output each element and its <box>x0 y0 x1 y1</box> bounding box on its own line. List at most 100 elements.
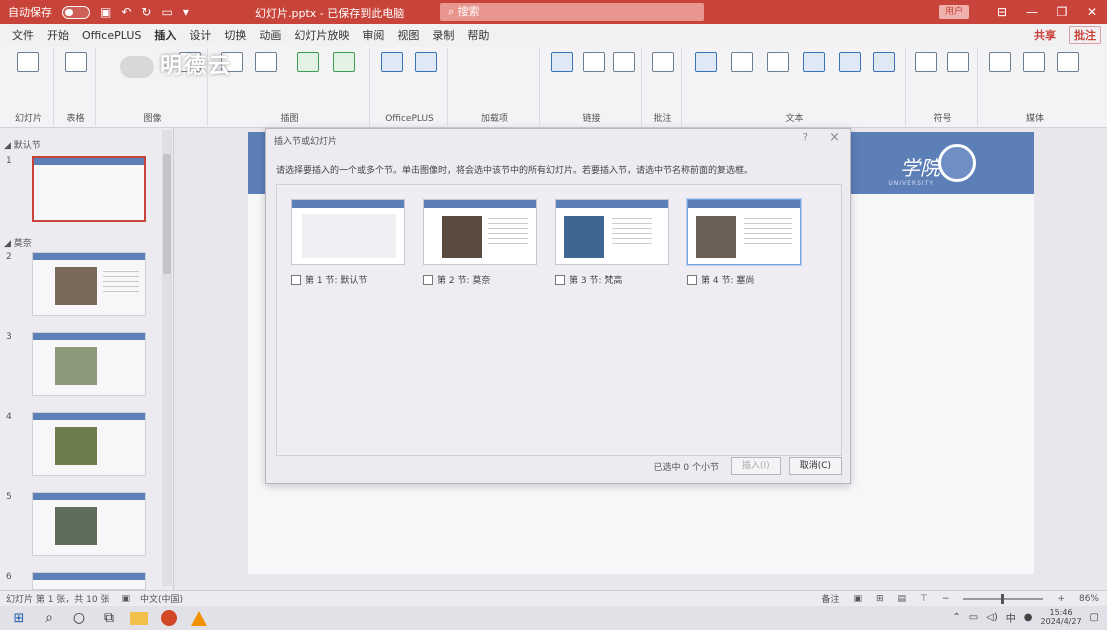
notification-icon[interactable]: ▢ <box>1090 612 1099 623</box>
zoom-slider[interactable] <box>963 593 1044 604</box>
action-button[interactable] <box>610 52 638 74</box>
tab-view[interactable]: 视图 <box>397 27 419 43</box>
minimize-button[interactable]: — <box>1017 5 1047 19</box>
slide-thumbnail-5[interactable] <box>32 492 146 556</box>
slide-thumbnail-1[interactable] <box>32 156 146 222</box>
network-icon[interactable]: ▭ <box>969 612 978 623</box>
tab-home[interactable]: 开始 <box>47 27 69 43</box>
antivirus-icon[interactable]: ● <box>1024 612 1033 623</box>
slide-thumbnail-2[interactable] <box>32 252 146 316</box>
cortana-icon[interactable]: ○ <box>64 610 94 626</box>
volume-icon[interactable]: ◁) <box>986 612 998 623</box>
slideshow-icon[interactable]: ⊤ <box>920 594 928 604</box>
presenter-icon[interactable]: ▭ <box>161 5 172 19</box>
ribbon-display-icon[interactable]: ⊟ <box>987 5 1017 19</box>
new-slide-button[interactable] <box>14 52 42 74</box>
section-card-1[interactable] <box>291 199 405 265</box>
search-icon[interactable]: ⌕ <box>34 610 64 626</box>
date-time-button[interactable] <box>800 52 828 74</box>
video-button[interactable] <box>986 52 1014 74</box>
icons-button[interactable] <box>252 52 280 74</box>
reading-view-icon[interactable]: ▤ <box>898 594 907 604</box>
smartart-button[interactable] <box>294 52 322 74</box>
spellcheck-icon[interactable]: ▣ <box>121 594 130 604</box>
textbox-button[interactable] <box>692 52 720 74</box>
slide-number-button[interactable] <box>836 52 864 74</box>
zoom-out-button[interactable]: − <box>942 594 950 604</box>
ribbon-group-label: 文本 <box>785 114 804 124</box>
search-box[interactable]: ⌕ 搜索 <box>440 3 704 21</box>
tray-overflow-icon[interactable]: ⌃ <box>952 612 960 623</box>
redo-icon[interactable]: ↻ <box>141 5 151 19</box>
undo-icon[interactable]: ↶ <box>121 5 131 19</box>
table-button[interactable] <box>62 52 90 74</box>
thumbnail-scrollbar[interactable] <box>162 130 172 586</box>
section-checkbox-1[interactable] <box>291 274 301 285</box>
tab-transitions[interactable]: 切换 <box>224 27 246 43</box>
close-button[interactable]: ✕ <box>1077 5 1107 19</box>
slide-thumbnail-4[interactable] <box>32 412 146 476</box>
powerpoint-taskbar-icon[interactable] <box>161 610 177 626</box>
slide-thumbnail-6[interactable] <box>32 572 146 590</box>
screen-recording-button[interactable] <box>1054 52 1082 74</box>
customize-qat-icon[interactable]: ▾ <box>183 5 189 19</box>
section-card-2[interactable] <box>423 199 537 265</box>
notes-button[interactable]: 备注 <box>821 592 839 605</box>
tab-record[interactable]: 录制 <box>432 27 454 43</box>
chart-button[interactable] <box>330 52 358 74</box>
symbol-button[interactable] <box>944 52 972 74</box>
officeplus-images-button[interactable] <box>412 52 440 74</box>
section-header-default[interactable]: ◢ 默认节 <box>4 138 41 151</box>
share-button[interactable]: 共享 <box>1034 27 1056 43</box>
slide-thumbnail-pane[interactable]: ◢ 默认节 1 ◢ 莫奈 2 3 4 5 6 <box>0 128 174 590</box>
tab-insert[interactable]: 插入 <box>154 27 176 43</box>
scrollbar-handle[interactable] <box>163 154 171 274</box>
file-explorer-icon[interactable] <box>130 611 148 625</box>
save-icon[interactable]: ▣ <box>100 5 111 19</box>
cloud-icon <box>120 56 154 78</box>
user-button[interactable]: 用户 <box>939 5 969 19</box>
zoom-slider-thumb[interactable] <box>1001 593 1005 604</box>
slide-sorter-icon[interactable]: ⊞ <box>876 594 884 604</box>
tab-file[interactable]: 文件 <box>12 27 34 43</box>
clock[interactable]: 15:46 2024/4/27 <box>1041 608 1082 626</box>
input-method-icon[interactable]: 中 <box>1006 610 1016 625</box>
section-checkbox-4[interactable] <box>687 274 697 285</box>
section-header-monet[interactable]: ◢ 莫奈 <box>4 236 32 249</box>
header-footer-button[interactable] <box>728 52 756 74</box>
tab-officeplus[interactable]: OfficePLUS <box>82 29 141 42</box>
audio-button[interactable] <box>1020 52 1048 74</box>
tab-design[interactable]: 设计 <box>189 27 211 43</box>
windows-start-icon[interactable]: ⊞ <box>4 611 34 626</box>
zoom-level[interactable]: 86% <box>1079 594 1099 604</box>
language-indicator[interactable]: 中文(中国) <box>140 592 183 605</box>
comment-button[interactable] <box>649 52 677 74</box>
tab-help[interactable]: 帮助 <box>467 27 489 43</box>
vlc-taskbar-icon[interactable] <box>191 610 207 626</box>
zoom-in-button[interactable]: + <box>1057 594 1065 604</box>
section-card-3[interactable] <box>555 199 669 265</box>
link-button[interactable] <box>580 52 608 74</box>
comments-button[interactable]: 批注 <box>1069 26 1101 44</box>
tab-slideshow[interactable]: 幻灯片放映 <box>294 27 349 43</box>
help-button[interactable]: ? <box>803 132 808 143</box>
tab-animations[interactable]: 动画 <box>259 27 281 43</box>
section-card-4[interactable] <box>687 199 801 265</box>
cancel-button[interactable]: 取消(C) <box>788 457 842 475</box>
section-checkbox-2[interactable] <box>423 274 433 285</box>
officeplus-slides-button[interactable] <box>378 52 406 74</box>
object-button[interactable] <box>870 52 898 74</box>
task-view-icon[interactable]: ⧉ <box>94 610 124 626</box>
slide-school-name: 学院 <box>900 156 940 180</box>
restore-button[interactable]: ❐ <box>1047 5 1077 19</box>
section-checkbox-3[interactable] <box>555 274 565 285</box>
equation-button[interactable] <box>912 52 940 74</box>
insert-button[interactable]: 插入(I) <box>731 457 781 475</box>
dialog-close-button[interactable]: × <box>829 130 840 145</box>
slide-thumbnail-3[interactable] <box>32 332 146 396</box>
zoom-button[interactable] <box>548 52 576 74</box>
tab-review[interactable]: 审阅 <box>362 27 384 43</box>
wordart-button[interactable] <box>764 52 792 74</box>
autosave-toggle[interactable] <box>62 5 90 19</box>
normal-view-icon[interactable]: ▣ <box>853 594 862 604</box>
